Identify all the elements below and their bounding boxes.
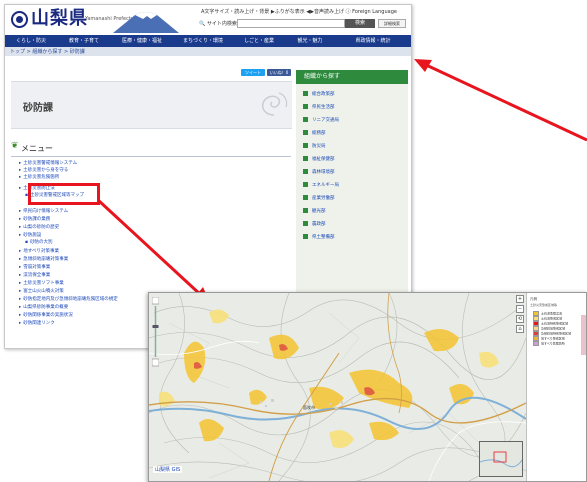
legend-subtitle: 土砂災害警戒区域等 xyxy=(530,303,558,307)
overview-minimap[interactable] xyxy=(479,441,523,477)
map-toolbar: + − ⟲ ⌂ xyxy=(516,295,524,355)
hazard-map-window: 笛吹市 + − ⟲ ⌂ 山梨県 GIS 凡例 土砂災害警戒区域等 土石流危険渓流… xyxy=(148,292,587,482)
zoom-slider[interactable] xyxy=(151,296,160,367)
map-brand-logo: 山梨県 GIS xyxy=(153,466,183,473)
zoom-out-button[interactable]: − xyxy=(516,305,524,313)
home-button[interactable]: ⌂ xyxy=(516,325,524,333)
zoom-in-button[interactable]: + xyxy=(516,295,524,303)
place-label: 笛吹市 xyxy=(303,405,315,410)
rotate-button[interactable]: ⟲ xyxy=(516,315,524,323)
legend-collapse-tab[interactable] xyxy=(581,315,586,355)
legend-title: 凡例 xyxy=(530,297,537,301)
legend-item[interactable]: 地すべり危険箇所 xyxy=(533,341,565,346)
arrow-to-map-icon xyxy=(96,198,210,303)
arrow-to-sidebar-icon xyxy=(414,59,587,142)
